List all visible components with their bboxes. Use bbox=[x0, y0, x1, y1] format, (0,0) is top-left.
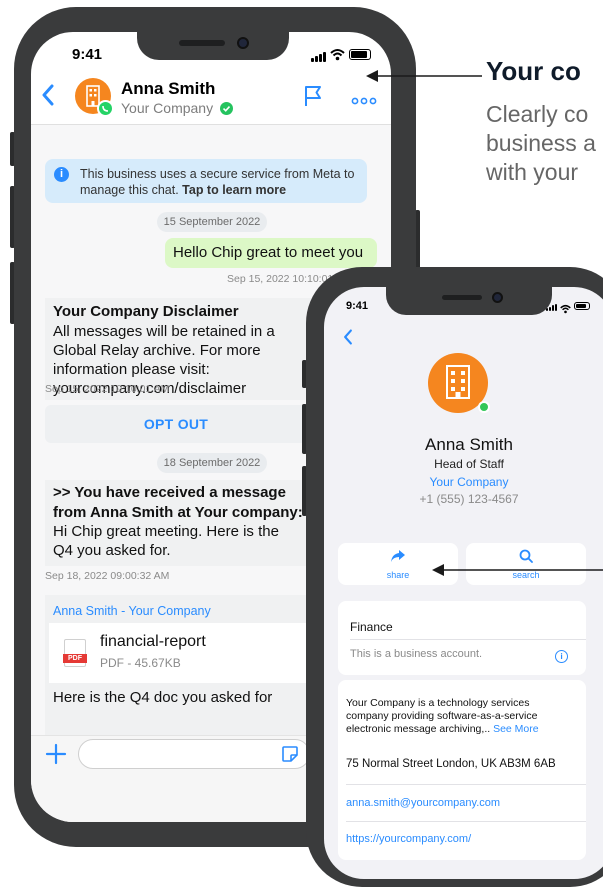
banner-text: This business uses a secure service from… bbox=[80, 166, 364, 198]
share-icon bbox=[390, 549, 406, 568]
callout-body-line: business a bbox=[486, 130, 596, 156]
profile-screen: 9:41 Anna Smith Head of Staff Your Compa… bbox=[324, 287, 603, 879]
phone-notch bbox=[137, 32, 289, 60]
disclaimer-title: Your Company Disclaimer bbox=[53, 303, 239, 320]
security-banner[interactable]: i This business uses a secure service fr… bbox=[45, 159, 367, 203]
disclaimer-line: information please visit: bbox=[53, 361, 210, 378]
contact-company: Your Company bbox=[121, 100, 233, 118]
disclaimer-line: All messages will be retained in a bbox=[53, 323, 275, 340]
outgoing-text: Hello Chip great to meet you bbox=[173, 244, 364, 261]
wifi-icon bbox=[560, 301, 571, 319]
document-caption: Here is the Q4 doc you asked for bbox=[53, 689, 273, 706]
email-link[interactable]: anna.smith@yourcompany.com bbox=[346, 797, 500, 809]
more-options-icon[interactable] bbox=[351, 92, 377, 110]
message-timestamp: Sep 18, 2022 09:00:32 AM bbox=[45, 570, 170, 582]
phone-notch bbox=[386, 287, 552, 315]
status-time: 9:41 bbox=[346, 300, 369, 312]
info-icon: i bbox=[54, 167, 69, 182]
description-line: company providing software-as-a-service bbox=[346, 710, 538, 722]
disclaimer-line: Global Relay archive. For more bbox=[53, 342, 261, 359]
document-name: financial-report bbox=[100, 633, 206, 650]
add-attachment-icon[interactable] bbox=[45, 743, 67, 770]
callout-arrow bbox=[364, 69, 484, 88]
company-name: Your Company bbox=[121, 100, 214, 116]
flag-icon[interactable] bbox=[303, 85, 323, 112]
category-label: Finance bbox=[350, 620, 393, 634]
message-line: >> You have received a message bbox=[53, 484, 286, 501]
wifi-icon bbox=[330, 48, 345, 66]
divider bbox=[350, 639, 586, 640]
outgoing-message: Hello Chip great to meet you bbox=[165, 238, 377, 268]
divider bbox=[346, 784, 586, 785]
profile-role: Head of Staff bbox=[434, 457, 504, 471]
document-meta: PDF - 45.67KB bbox=[100, 656, 181, 670]
contact-name: Anna Smith bbox=[121, 79, 216, 98]
verified-check-icon bbox=[219, 102, 233, 118]
pdf-badge: PDF bbox=[63, 654, 87, 663]
info-icon[interactable]: i bbox=[555, 650, 568, 663]
sticker-icon[interactable] bbox=[281, 745, 299, 768]
divider bbox=[346, 821, 586, 822]
callout-body-line: with your bbox=[486, 159, 579, 185]
description-line: electronic message archiving,.. bbox=[346, 723, 491, 735]
callout-arrow bbox=[430, 563, 603, 582]
document-sender: Anna Smith - Your Company bbox=[53, 604, 211, 618]
opt-out-button[interactable]: OPT OUT bbox=[45, 405, 307, 443]
camera-icon bbox=[237, 37, 249, 49]
business-category-card: Finance This is a business account. i bbox=[338, 601, 586, 675]
document-attachment[interactable]: PDF financial-report PDF - 45.67KB bbox=[49, 623, 317, 683]
whatsapp-badge-icon bbox=[97, 100, 114, 117]
opt-out-label: OPT OUT bbox=[143, 416, 209, 432]
address[interactable]: 75 Normal Street London, UK AB3M 6AB bbox=[346, 758, 556, 770]
signal-icon bbox=[311, 52, 327, 62]
see-more-link[interactable]: See More bbox=[493, 723, 539, 735]
battery-icon bbox=[574, 302, 590, 310]
date-separator: 18 September 2022 bbox=[157, 453, 267, 473]
website-link[interactable]: https://yourcompany.com/ bbox=[346, 833, 471, 845]
message-line: from Anna Smith at Your company: bbox=[53, 504, 303, 521]
message-line: Q4 you asked for. bbox=[53, 542, 171, 559]
date-separator: 15 September 2022 bbox=[157, 212, 267, 232]
speaker-grille bbox=[179, 40, 225, 46]
profile-phone: +1 (555) 123-4567 bbox=[419, 492, 519, 506]
incoming-message: >> You have received a message from Anna… bbox=[45, 480, 325, 566]
business-account-note: This is a business account. bbox=[350, 648, 483, 660]
profile-company-link[interactable]: Your Company bbox=[324, 475, 603, 489]
banner-learn-more-link[interactable]: Tap to learn more bbox=[182, 183, 286, 197]
profile-name: Anna Smith bbox=[425, 435, 513, 454]
message-input[interactable] bbox=[78, 739, 310, 769]
callout-body-line: Clearly co bbox=[486, 101, 589, 127]
disclaimer-timestamp: Sep 15, 2022 10:10:01 AM bbox=[45, 383, 170, 395]
battery-icon bbox=[349, 49, 371, 60]
back-chevron-icon[interactable] bbox=[41, 84, 55, 111]
speaker-grille bbox=[442, 295, 482, 300]
message-line: Hi Chip great meeting. Here is the bbox=[53, 523, 279, 540]
camera-icon bbox=[492, 292, 503, 303]
callout-title: Your co bbox=[486, 56, 581, 86]
back-chevron-icon[interactable] bbox=[343, 329, 353, 350]
business-info-card: Your Company is a technology services co… bbox=[338, 680, 586, 860]
document-message: Anna Smith - Your Company PDF financial-… bbox=[45, 595, 321, 735]
status-time: 9:41 bbox=[72, 46, 103, 63]
description-line: Your Company is a technology services bbox=[346, 697, 530, 709]
online-status-dot bbox=[478, 401, 490, 413]
description-last-line: electronic message archiving,.. See More bbox=[346, 723, 539, 735]
pdf-file-icon: PDF bbox=[63, 639, 87, 667]
